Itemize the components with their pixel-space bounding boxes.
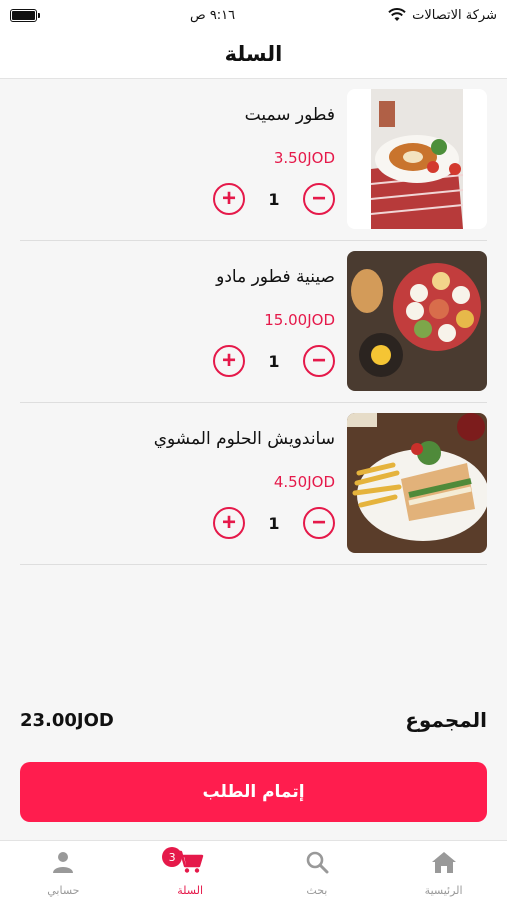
total-label: المجموع: [405, 708, 487, 732]
battery-icon: [10, 8, 40, 22]
minus-icon: −: [311, 185, 326, 212]
user-icon: [51, 849, 75, 875]
tab-label: الرئيسية: [424, 884, 463, 897]
tab-label: حسابي: [47, 884, 80, 897]
decrease-quantity-button[interactable]: −: [303, 183, 335, 215]
tab-account[interactable]: حسابي: [0, 841, 127, 900]
increase-quantity-button[interactable]: +: [213, 183, 245, 215]
product-image: [347, 89, 487, 229]
decrease-quantity-button[interactable]: −: [303, 345, 335, 377]
plus-icon: +: [221, 509, 236, 536]
home-icon: [431, 849, 457, 875]
tab-search[interactable]: بحث: [254, 841, 381, 900]
increase-quantity-button[interactable]: +: [213, 507, 245, 539]
status-bar: ٩:١٦ ص شركة الاتصالات: [0, 0, 507, 30]
decrease-quantity-button[interactable]: −: [303, 507, 335, 539]
plus-icon: +: [221, 347, 236, 374]
total-value: 23.00JOD: [20, 709, 114, 731]
cart-count-badge: 3: [162, 847, 183, 867]
product-image: [347, 413, 487, 553]
search-icon: [305, 849, 329, 875]
item-price: 4.50JOD: [273, 473, 335, 491]
item-name: صينية فطور مادو: [216, 267, 335, 287]
quantity-stepper: + 1 −: [213, 345, 335, 377]
tab-label: بحث: [306, 884, 328, 897]
page-title: السلة: [224, 42, 283, 66]
product-image: [347, 251, 487, 391]
tab-home[interactable]: الرئيسية: [380, 841, 507, 900]
status-carrier-group: شركة الاتصالات: [388, 8, 497, 23]
wifi-icon: [388, 8, 406, 21]
minus-icon: −: [311, 509, 326, 536]
tab-label: السلة: [177, 884, 203, 897]
tab-cart[interactable]: 3 السلة: [127, 841, 254, 900]
bottom-tab-bar: حسابي 3 السلة بحث الرئيسية: [0, 840, 507, 900]
total-row: 23.00JOD المجموع: [20, 705, 487, 735]
cart-item: ساندويش الحلوم المشوي 4.50JOD + 1 −: [20, 403, 487, 565]
item-name: فطور سميت: [244, 105, 335, 125]
increase-quantity-button[interactable]: +: [213, 345, 245, 377]
item-price: 15.00JOD: [264, 311, 335, 329]
quantity-stepper: + 1 −: [213, 507, 335, 539]
quantity-stepper: + 1 −: [213, 183, 335, 215]
quantity-value: 1: [268, 513, 280, 533]
quantity-value: 1: [268, 189, 280, 209]
quantity-value: 1: [268, 351, 280, 371]
item-price: 3.50JOD: [273, 149, 335, 167]
cart-item: فطور سميت 3.50JOD + 1 −: [20, 79, 487, 241]
minus-icon: −: [311, 347, 326, 374]
checkout-button[interactable]: إتمام الطلب: [20, 762, 487, 822]
status-time: ٩:١٦ ص: [189, 7, 236, 23]
plus-icon: +: [221, 185, 236, 212]
carrier-name: شركة الاتصالات: [412, 7, 497, 23]
item-name: ساندويش الحلوم المشوي: [153, 429, 335, 449]
cart-item: صينية فطور مادو 15.00JOD + 1 −: [20, 241, 487, 403]
header: السلة: [0, 30, 507, 79]
